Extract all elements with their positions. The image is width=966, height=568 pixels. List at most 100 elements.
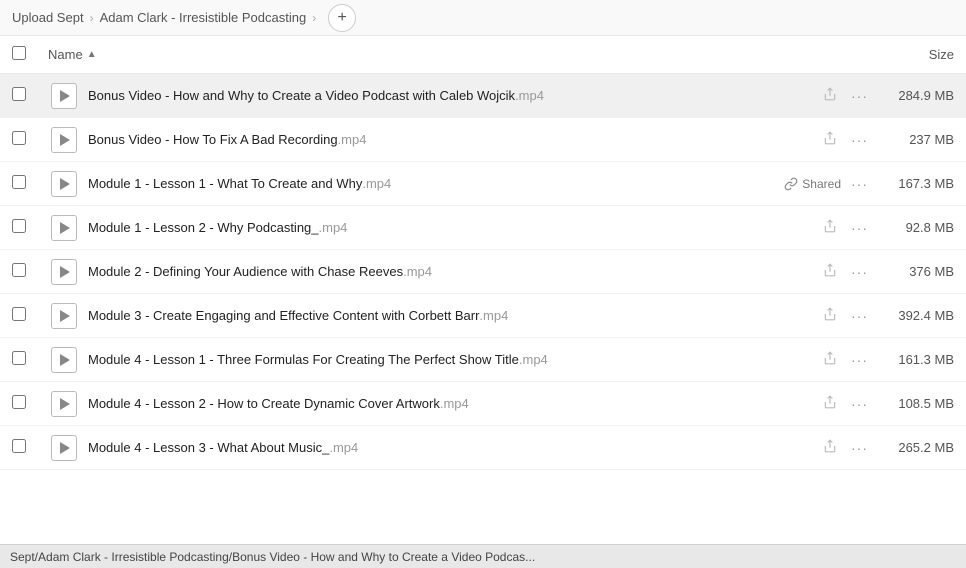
share-icon-0[interactable] xyxy=(819,83,841,108)
row-play-icon-6[interactable] xyxy=(48,347,80,373)
row-select-checkbox-1[interactable] xyxy=(12,131,26,145)
row-play-icon-3[interactable] xyxy=(48,215,80,241)
play-button-8[interactable] xyxy=(51,435,77,461)
file-ext-0: .mp4 xyxy=(515,88,544,103)
play-button-7[interactable] xyxy=(51,391,77,417)
row-size-5: 392.4 MB xyxy=(874,308,954,323)
table-row: Module 4 - Lesson 2 - How to Create Dyna… xyxy=(0,382,966,426)
breadcrumb-add-button[interactable]: + xyxy=(328,4,356,32)
file-name-text-7: Module 4 - Lesson 2 - How to Create Dyna… xyxy=(88,396,440,411)
row-checkbox-2[interactable] xyxy=(12,175,48,192)
row-checkbox-7[interactable] xyxy=(12,395,48,412)
status-bar: Sept/Adam Clark - Irresistible Podcastin… xyxy=(0,544,966,568)
more-options-icon-1[interactable]: ··· xyxy=(845,128,874,152)
play-button-6[interactable] xyxy=(51,347,77,373)
row-filename-5[interactable]: Module 3 - Create Engaging and Effective… xyxy=(80,308,754,323)
row-select-checkbox-0[interactable] xyxy=(12,87,26,101)
file-name-text-1: Bonus Video - How To Fix A Bad Recording xyxy=(88,132,338,147)
table-header: Name ▲ Size xyxy=(0,36,966,74)
more-options-icon-5[interactable]: ··· xyxy=(845,304,874,328)
shared-badge-2: Shared xyxy=(784,177,841,191)
share-icon-5[interactable] xyxy=(819,303,841,328)
file-name-text-2: Module 1 - Lesson 1 - What To Create and… xyxy=(88,176,362,191)
file-list: Bonus Video - How and Why to Create a Vi… xyxy=(0,74,966,470)
row-filename-6[interactable]: Module 4 - Lesson 1 - Three Formulas For… xyxy=(80,352,754,367)
play-button-4[interactable] xyxy=(51,259,77,285)
more-options-icon-0[interactable]: ··· xyxy=(845,84,874,108)
row-select-checkbox-8[interactable] xyxy=(12,439,26,453)
row-filename-2[interactable]: Module 1 - Lesson 1 - What To Create and… xyxy=(80,176,754,191)
row-checkbox-8[interactable] xyxy=(12,439,48,456)
file-ext-8: .mp4 xyxy=(329,440,358,455)
play-button-0[interactable] xyxy=(51,83,77,109)
play-button-5[interactable] xyxy=(51,303,77,329)
name-column-header[interactable]: Name ▲ xyxy=(48,47,854,62)
row-checkbox-5[interactable] xyxy=(12,307,48,324)
row-select-checkbox-5[interactable] xyxy=(12,307,26,321)
breadcrumb-separator: › xyxy=(90,11,94,25)
share-icon-8[interactable] xyxy=(819,435,841,460)
row-actions-0: ··· xyxy=(754,83,874,108)
table-row: Module 4 - Lesson 1 - Three Formulas For… xyxy=(0,338,966,382)
row-select-checkbox-4[interactable] xyxy=(12,263,26,277)
file-name-text-3: Module 1 - Lesson 2 - Why Podcasting_ xyxy=(88,220,319,235)
row-size-6: 161.3 MB xyxy=(874,352,954,367)
row-play-icon-8[interactable] xyxy=(48,435,80,461)
more-options-icon-7[interactable]: ··· xyxy=(845,392,874,416)
file-ext-4: .mp4 xyxy=(403,264,432,279)
row-play-icon-5[interactable] xyxy=(48,303,80,329)
share-icon-6[interactable] xyxy=(819,347,841,372)
row-play-icon-0[interactable] xyxy=(48,83,80,109)
more-options-icon-8[interactable]: ··· xyxy=(845,436,874,460)
row-checkbox-4[interactable] xyxy=(12,263,48,280)
more-options-icon-6[interactable]: ··· xyxy=(845,348,874,372)
row-size-0: 284.9 MB xyxy=(874,88,954,103)
row-play-icon-7[interactable] xyxy=(48,391,80,417)
row-actions-3: ··· xyxy=(754,215,874,240)
share-icon-1[interactable] xyxy=(819,127,841,152)
play-button-2[interactable] xyxy=(51,171,77,197)
row-checkbox-0[interactable] xyxy=(12,87,48,104)
more-options-icon-2[interactable]: ··· xyxy=(845,172,874,196)
header-checkbox[interactable] xyxy=(12,46,48,63)
row-play-icon-4[interactable] xyxy=(48,259,80,285)
more-options-icon-4[interactable]: ··· xyxy=(845,260,874,284)
row-size-8: 265.2 MB xyxy=(874,440,954,455)
table-row: Bonus Video - How To Fix A Bad Recording… xyxy=(0,118,966,162)
select-all-checkbox[interactable] xyxy=(12,46,26,60)
row-play-icon-1[interactable] xyxy=(48,127,80,153)
row-filename-7[interactable]: Module 4 - Lesson 2 - How to Create Dyna… xyxy=(80,396,754,411)
row-play-icon-2[interactable] xyxy=(48,171,80,197)
row-filename-8[interactable]: Module 4 - Lesson 3 - What About Music_.… xyxy=(80,440,754,455)
row-actions-5: ··· xyxy=(754,303,874,328)
more-options-icon-3[interactable]: ··· xyxy=(845,216,874,240)
row-select-checkbox-6[interactable] xyxy=(12,351,26,365)
row-checkbox-1[interactable] xyxy=(12,131,48,148)
row-checkbox-6[interactable] xyxy=(12,351,48,368)
file-ext-7: .mp4 xyxy=(440,396,469,411)
share-icon-3[interactable] xyxy=(819,215,841,240)
file-name-text-6: Module 4 - Lesson 1 - Three Formulas For… xyxy=(88,352,519,367)
play-button-1[interactable] xyxy=(51,127,77,153)
row-select-checkbox-7[interactable] xyxy=(12,395,26,409)
file-ext-1: .mp4 xyxy=(338,132,367,147)
share-icon-4[interactable] xyxy=(819,259,841,284)
row-filename-3[interactable]: Module 1 - Lesson 2 - Why Podcasting_.mp… xyxy=(80,220,754,235)
breadcrumb-item-upload-sept[interactable]: Upload Sept xyxy=(12,10,84,25)
row-filename-4[interactable]: Module 2 - Defining Your Audience with C… xyxy=(80,264,754,279)
row-filename-1[interactable]: Bonus Video - How To Fix A Bad Recording… xyxy=(80,132,754,147)
row-filename-0[interactable]: Bonus Video - How and Why to Create a Vi… xyxy=(80,88,754,103)
file-name-text-5: Module 3 - Create Engaging and Effective… xyxy=(88,308,479,323)
table-row: Module 4 - Lesson 3 - What About Music_.… xyxy=(0,426,966,470)
row-actions-6: ··· xyxy=(754,347,874,372)
file-name-text-4: Module 2 - Defining Your Audience with C… xyxy=(88,264,403,279)
share-icon-7[interactable] xyxy=(819,391,841,416)
row-checkbox-3[interactable] xyxy=(12,219,48,236)
row-select-checkbox-2[interactable] xyxy=(12,175,26,189)
breadcrumb-item-folder[interactable]: Adam Clark - Irresistible Podcasting xyxy=(100,10,307,25)
table-row: Module 1 - Lesson 2 - Why Podcasting_.mp… xyxy=(0,206,966,250)
row-select-checkbox-3[interactable] xyxy=(12,219,26,233)
table-row: Bonus Video - How and Why to Create a Vi… xyxy=(0,74,966,118)
play-button-3[interactable] xyxy=(51,215,77,241)
breadcrumb: Upload Sept › Adam Clark - Irresistible … xyxy=(0,0,966,36)
